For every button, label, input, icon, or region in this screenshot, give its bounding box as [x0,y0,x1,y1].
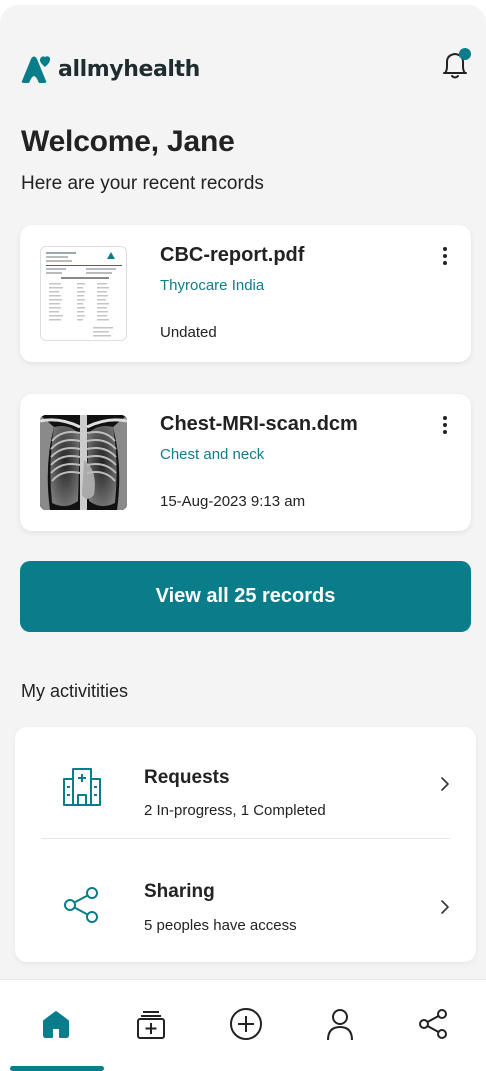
profile-icon [327,1009,353,1041]
document-thumbnail [40,246,127,341]
chevron-right-icon [441,900,449,914]
nav-add[interactable] [224,1002,268,1046]
record-title: Chest-MRI-scan.dcm [160,413,358,435]
add-circle-icon [230,1008,262,1040]
xray-thumbnail [40,415,127,510]
brand-name: allmyhealth [58,56,200,82]
record-card[interactable]: Chest-MRI-scan.dcm Chest and neck 15-Aug… [20,394,471,531]
kebab-dot [443,423,447,427]
activity-item-sharing[interactable]: Sharing 5 peoples have access [15,841,476,955]
record-source: Thyrocare India [160,277,265,294]
kebab-dot [443,247,447,251]
brand-logo: allmyhealth [20,53,200,85]
allmyhealth-logo-icon [21,56,51,83]
kebab-dot [443,261,447,265]
page-subtitle: Here are your recent records [21,173,264,194]
document-preview-icon [46,252,122,337]
activity-item-requests[interactable]: Requests 2 In-progress, 1 Completed [15,727,476,841]
activity-subtitle: 2 In-progress, 1 Completed [144,802,326,819]
more-options-button[interactable] [435,414,455,436]
kebab-dot [443,416,447,420]
hospital-icon [63,768,101,806]
more-options-button[interactable] [435,245,455,267]
nav-profile[interactable] [318,1002,362,1046]
chevron-right-icon [441,777,449,791]
notifications-button[interactable] [438,47,474,83]
activity-title: Requests [144,767,230,788]
kebab-dot [443,430,447,434]
record-card[interactable]: CBC-report.pdf Thyrocare India Undated [20,225,471,362]
notification-badge [459,48,471,60]
nav-share[interactable] [411,1002,455,1046]
view-all-records-button[interactable]: View all 25 records [20,561,471,632]
record-source: Chest and neck [160,446,265,463]
record-date: 15-Aug-2023 9:13 am [160,493,306,510]
add-folder-icon [137,1011,165,1039]
record-title: CBC-report.pdf [160,244,305,266]
active-tab-indicator [10,1066,104,1071]
activities-heading: My activitities [21,681,129,701]
page-title: Welcome, Jane [21,125,235,158]
home-icon [43,1011,69,1038]
activities-list: Requests 2 In-progress, 1 Completed Shar… [15,727,476,962]
chest-xray-image-icon [40,415,127,510]
record-date: Undated [160,324,217,341]
activity-title: Sharing [144,881,215,902]
home-screen: allmyhealth Welcome, Jane Here are your … [0,5,486,1071]
kebab-dot [443,254,447,258]
share-icon [419,1009,447,1039]
nav-home[interactable] [34,1002,78,1046]
share-icon [64,887,98,923]
bell-icon [443,48,471,79]
divider [41,838,450,839]
activity-subtitle: 5 peoples have access [144,917,297,934]
nav-add-record[interactable] [129,1002,173,1046]
bottom-navigation [0,979,486,1071]
